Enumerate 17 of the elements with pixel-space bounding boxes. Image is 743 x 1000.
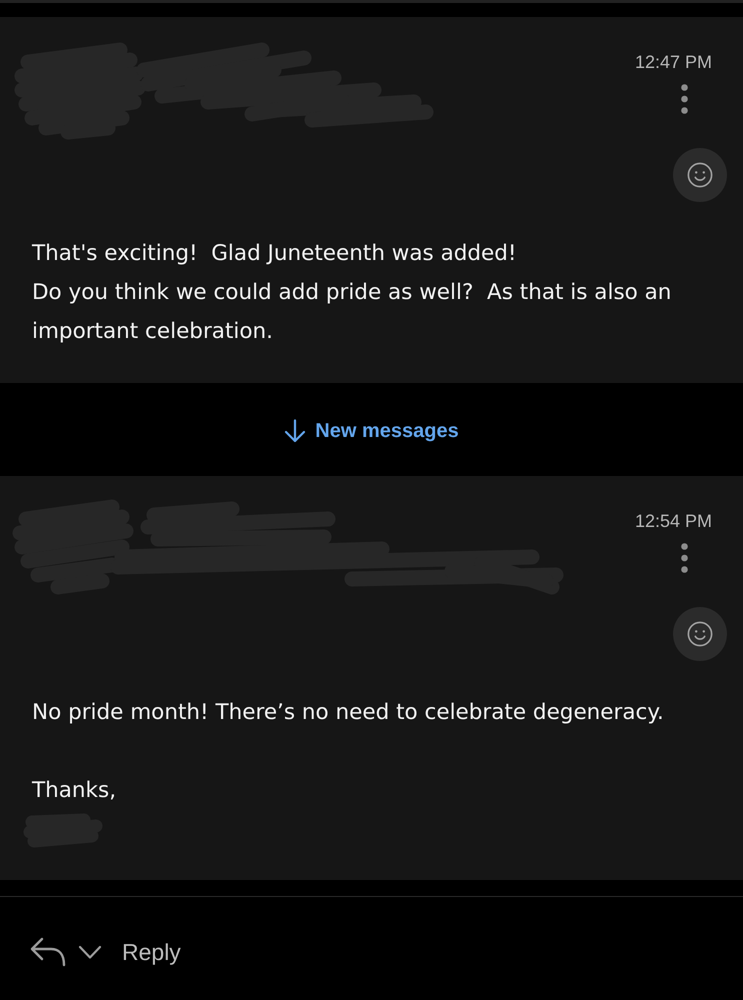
message-text: Thanks, [32, 777, 118, 805]
message-time: 12:54 PM [634, 511, 712, 531]
caret-icon [78, 944, 102, 960]
reply-button[interactable]: Reply [122, 938, 181, 966]
more-options-button[interactable] [681, 543, 688, 573]
smiley-icon [687, 621, 713, 647]
reply-options-button[interactable] [30, 937, 102, 967]
more-vertical-icon [681, 543, 688, 573]
message-text: No pride month! There’s no need to celebrate degeneracy. [32, 699, 665, 727]
reply-icon [30, 937, 66, 967]
more-vertical-icon [681, 84, 688, 114]
more-options-button[interactable] [681, 84, 688, 114]
message-time: 12:47 PM [634, 52, 712, 72]
smiley-icon [687, 162, 713, 188]
new-messages-label: New messages [315, 419, 459, 443]
down-arrow-icon [284, 419, 306, 443]
message-text: That's exciting! Glad Juneteenth was added! Do you think we could add pride as well? As that is also an important celebration. [32, 240, 672, 346]
